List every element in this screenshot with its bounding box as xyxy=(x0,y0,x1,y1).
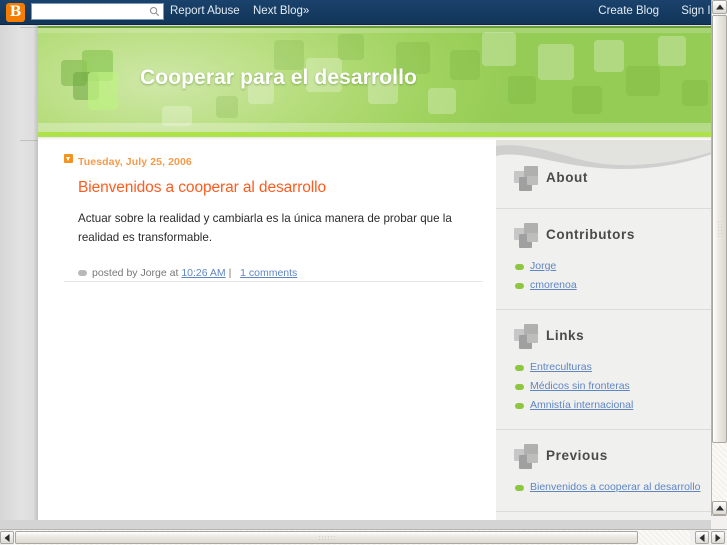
contributors-list: Jorge cmorenoa xyxy=(496,259,712,297)
scroll-left-button[interactable] xyxy=(0,531,14,544)
bullet-icon xyxy=(515,365,524,371)
previous-posts-list: Bienvenidos a cooperar al desarrollo xyxy=(496,480,712,499)
list-item: Jorge xyxy=(496,259,712,278)
blog-body: Tuesday, July 25, 2006 Bienvenidos a coo… xyxy=(38,140,712,520)
create-blog-link[interactable]: Create Blog xyxy=(598,5,659,17)
sidebar-section-title: Links xyxy=(546,328,585,343)
post-author-line: posted by Jorge at xyxy=(92,267,179,280)
scroll-grip-icon xyxy=(717,220,724,238)
list-item: Entreculturas xyxy=(496,360,712,379)
blog-header: Cooperar para el desarrollo xyxy=(38,26,712,132)
sidebar-section-header: Previous xyxy=(514,444,712,474)
external-link[interactable]: Médicos sin fronteras xyxy=(530,380,630,392)
search-input[interactable] xyxy=(34,5,148,20)
list-item: Bienvenidos a cooperar al desarrollo xyxy=(496,480,712,499)
chevron-right-icon xyxy=(715,533,721,542)
comment-bubble-icon xyxy=(78,270,87,277)
post-time-link[interactable]: 10:26 AM xyxy=(181,267,225,279)
main-column: Tuesday, July 25, 2006 Bienvenidos a coo… xyxy=(38,140,496,520)
squares-icon xyxy=(514,223,540,251)
sidebar-section-links: Links Entreculturas Médicos sin frontera… xyxy=(496,310,712,429)
browser-viewport: B Report Abuse Next Blog» Create Blog Si… xyxy=(0,0,727,545)
chevron-up-icon xyxy=(715,4,724,10)
bullet-icon xyxy=(515,384,524,390)
list-item: cmorenoa xyxy=(496,278,712,297)
chevron-left-icon xyxy=(4,533,10,542)
vertical-scroll-thumb[interactable] xyxy=(712,15,727,443)
sidebar-section-previous: Previous Bienvenidos a cooperar al desar… xyxy=(496,430,712,511)
scrollbar-corner xyxy=(711,516,727,529)
squares-icon xyxy=(514,166,540,194)
post-date: Tuesday, July 25, 2006 xyxy=(78,156,192,168)
links-list: Entreculturas Médicos sin fronteras Amni… xyxy=(496,360,712,417)
post-comments-link[interactable]: 1 comments xyxy=(240,267,297,279)
post-title[interactable]: Bienvenidos a cooperar al desarrollo xyxy=(78,179,479,197)
chevron-up-icon xyxy=(715,505,724,511)
blog-post: Tuesday, July 25, 2006 Bienvenidos a coo… xyxy=(64,152,479,279)
sidebar-divider xyxy=(496,511,712,512)
post-divider xyxy=(64,281,483,282)
contributor-link[interactable]: Jorge xyxy=(530,260,556,272)
sidebar-section-header: Contributors xyxy=(514,223,712,253)
sidebar-section-about: About xyxy=(496,140,712,208)
scroll-grip-icon xyxy=(317,535,336,542)
date-expand-icon[interactable] xyxy=(64,154,73,163)
scroll-up-button-secondary[interactable] xyxy=(712,501,727,515)
previous-post-link[interactable]: Bienvenidos a cooperar al desarrollo xyxy=(530,481,700,493)
blogger-navbar: B Report Abuse Next Blog» Create Blog Si… xyxy=(0,0,727,25)
post-footer: posted by Jorge at 10:26 AM | 1 comments xyxy=(78,267,479,279)
vertical-scrollbar[interactable] xyxy=(711,0,727,529)
header-bottom-edge xyxy=(38,123,712,132)
navbar-search-box[interactable] xyxy=(31,3,164,20)
bullet-icon xyxy=(515,403,524,409)
blog-wrapper: Cooperar para el desarrollo Tuesday, Jul… xyxy=(38,26,712,520)
scroll-up-button[interactable] xyxy=(712,0,727,14)
sidebar: About Contributors Jorge cmorenoa Links … xyxy=(496,140,712,520)
blogger-logo-icon[interactable]: B xyxy=(6,3,25,22)
sidebar-section-title: Previous xyxy=(546,448,608,463)
list-item: Médicos sin fronteras xyxy=(496,379,712,398)
scroll-right-button[interactable] xyxy=(711,531,725,544)
contributor-link[interactable]: cmorenoa xyxy=(530,279,577,291)
sidebar-section-contributors: Contributors Jorge cmorenoa xyxy=(496,209,712,309)
sidebar-section-header: Links xyxy=(514,324,712,354)
horizontal-scroll-thumb[interactable] xyxy=(15,531,638,544)
horizontal-scrollbar[interactable] xyxy=(0,529,727,545)
report-abuse-link[interactable]: Report Abuse xyxy=(170,5,240,17)
header-squares-icon xyxy=(61,50,118,110)
squares-icon xyxy=(514,324,540,352)
bullet-icon xyxy=(515,283,524,289)
squares-icon xyxy=(514,444,540,472)
search-icon xyxy=(149,6,160,17)
next-blog-link[interactable]: Next Blog» xyxy=(253,5,309,17)
external-link[interactable]: Amnistía internacional xyxy=(530,399,633,411)
sidebar-section-title: Contributors xyxy=(546,227,635,242)
chevron-left-icon xyxy=(699,533,705,542)
external-link[interactable]: Entreculturas xyxy=(530,361,592,373)
bullet-icon xyxy=(515,485,524,491)
post-body: Actuar sobre la realidad y cambiarla es … xyxy=(78,212,452,245)
sidebar-section-header: About xyxy=(514,166,712,196)
bullet-icon xyxy=(515,264,524,270)
footer-separator: | xyxy=(228,267,232,280)
blog-title: Cooperar para el desarrollo xyxy=(140,66,417,89)
list-item: Amnistía internacional xyxy=(496,398,712,417)
sidebar-section-title: About xyxy=(546,170,588,185)
scroll-left-button-secondary[interactable] xyxy=(695,531,709,544)
